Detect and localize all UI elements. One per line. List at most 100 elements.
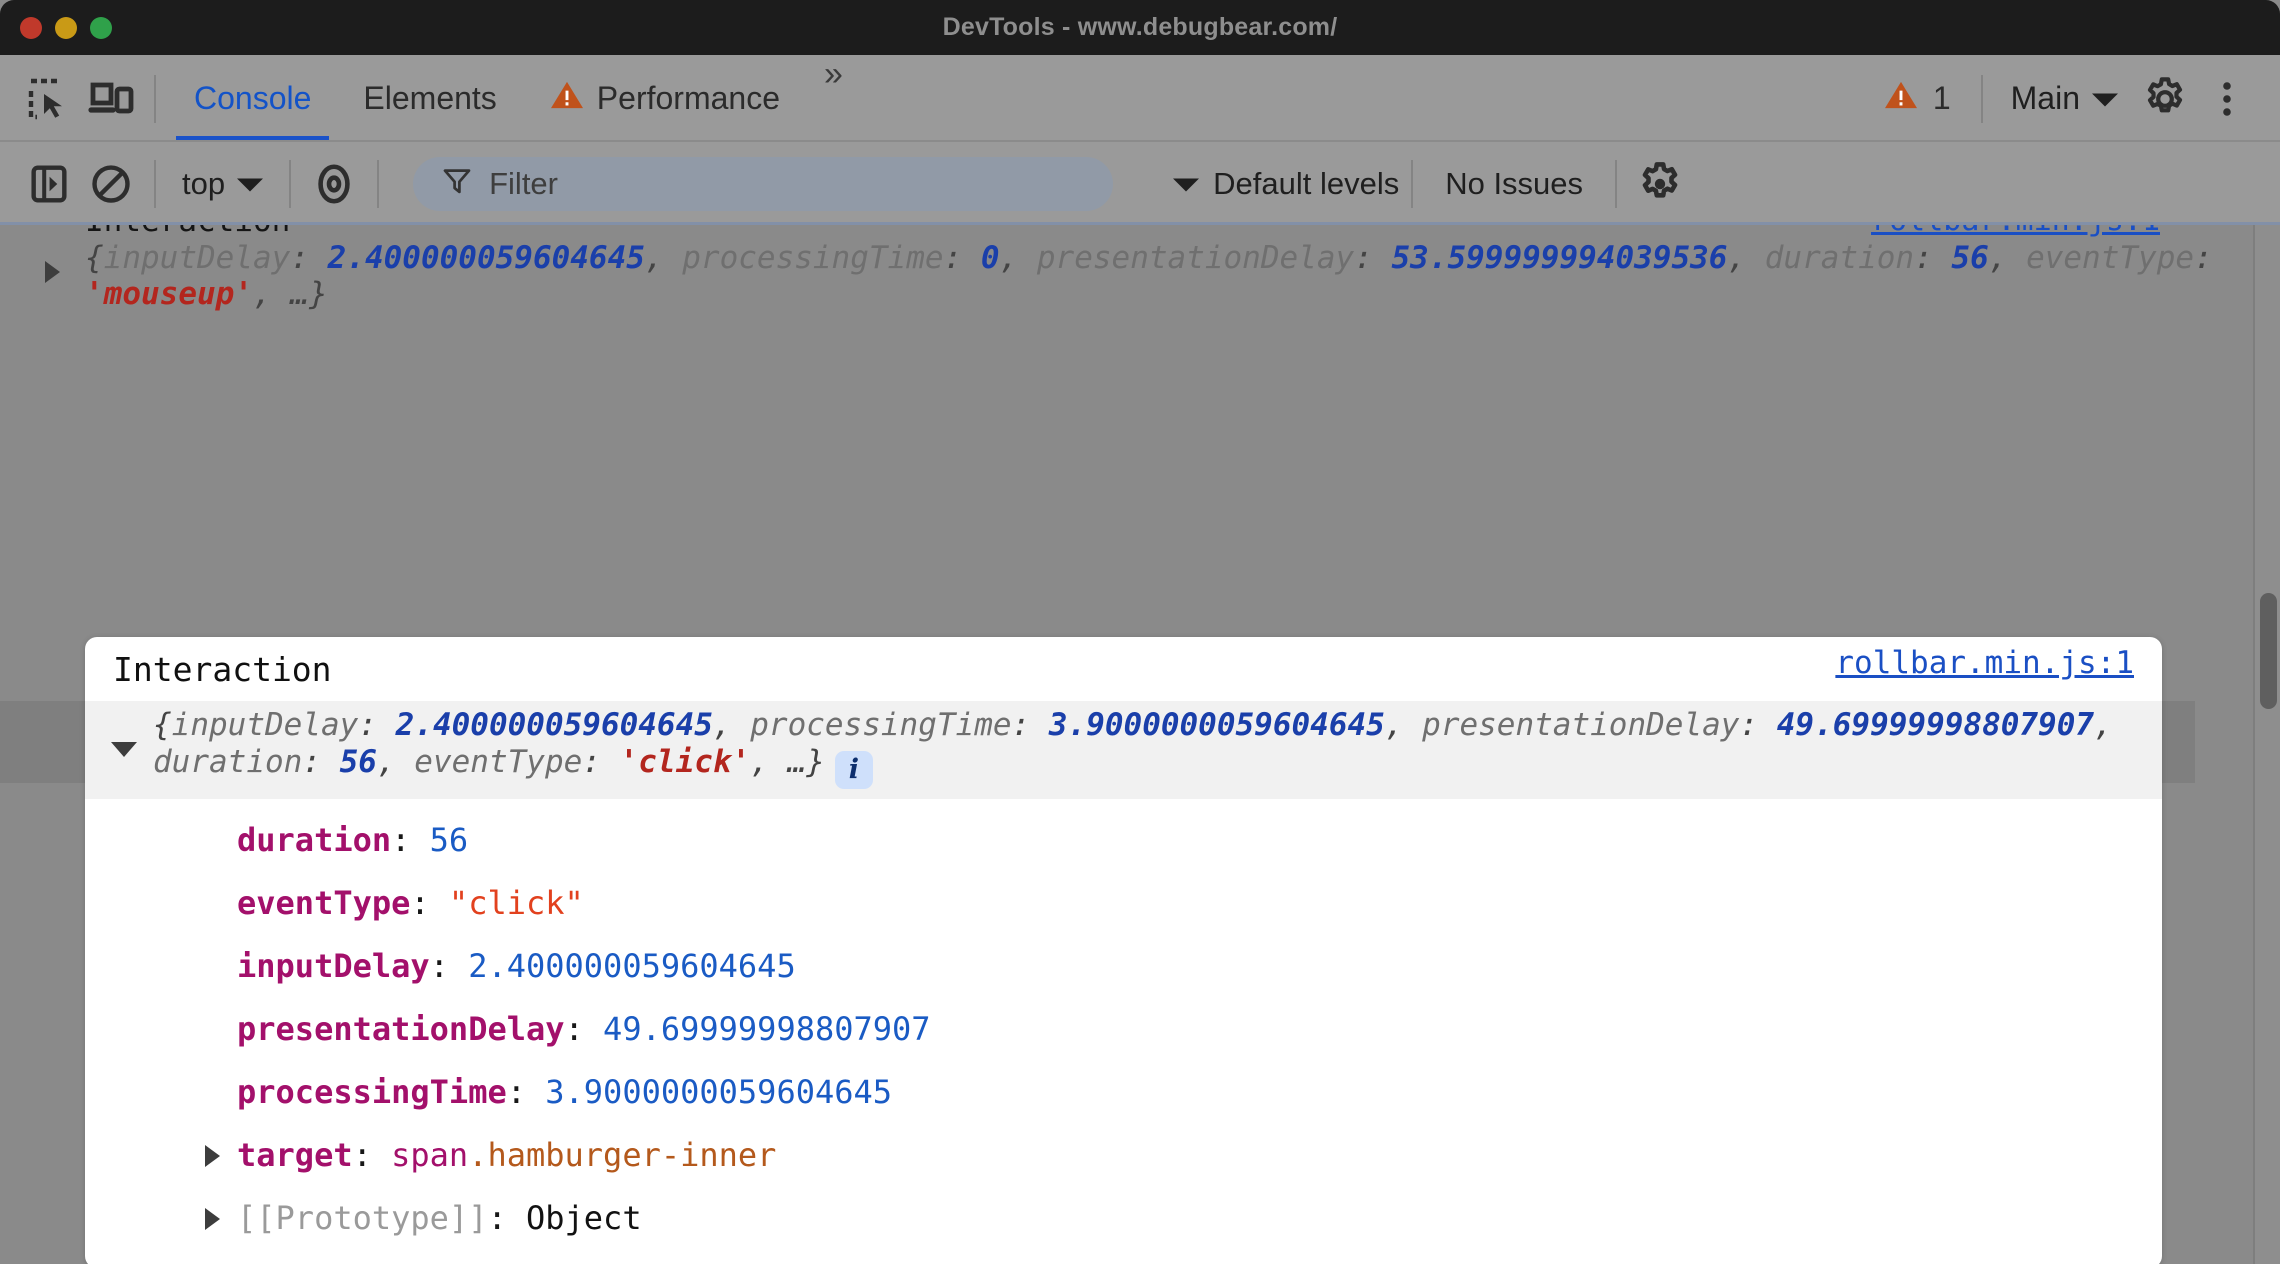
tab-performance-label: Performance — [596, 80, 780, 116]
panel-tabs: Console Elements Performance » — [168, 55, 857, 142]
devtools-settings-button[interactable] — [2134, 68, 2196, 130]
scrollbar-thumb[interactable] — [2260, 593, 2277, 709]
property-row-processingTime[interactable]: processingTime: 3.9000000059604645 — [85, 1061, 2162, 1124]
device-toolbar-button[interactable] — [80, 68, 142, 130]
property-name: inputDelay — [237, 947, 430, 986]
property-row-eventType[interactable]: eventType: "click" — [85, 872, 2162, 935]
filter-input[interactable]: Filter — [413, 156, 1114, 211]
warning-triangle-icon — [1883, 79, 1919, 119]
preview-key: processingTime — [750, 707, 1012, 743]
inspect-element-button[interactable] — [18, 68, 80, 130]
device-toolbar-icon — [87, 75, 135, 123]
expand-arrow-icon[interactable] — [205, 1144, 220, 1167]
preview-value: 49.69999998807907 — [1776, 707, 2095, 743]
console-scrollbar[interactable] — [2253, 225, 2280, 1264]
preview-key: inputDelay — [103, 239, 291, 276]
preview-key: inputDelay — [171, 707, 359, 743]
window-controls — [20, 16, 112, 39]
console-settings-button[interactable] — [1629, 153, 1691, 215]
execution-context-dropdown[interactable]: top — [168, 166, 277, 202]
toolbar-divider-2 — [1980, 74, 1983, 123]
live-expression-button[interactable] — [303, 153, 365, 215]
collapse-arrow-icon[interactable] — [111, 742, 137, 757]
preview-key: presentationDelay — [1422, 707, 1740, 743]
preview-rest: , …} — [252, 276, 328, 313]
zoom-button[interactable] — [90, 16, 112, 39]
tab-console[interactable]: Console — [168, 55, 337, 142]
property-row-duration[interactable]: duration: 56 — [85, 809, 2162, 872]
more-tabs-button[interactable]: » — [806, 55, 857, 142]
clear-console-button[interactable] — [80, 153, 142, 215]
preview-value: 2.400000059604645 — [395, 707, 713, 743]
live-expression-icon — [311, 161, 357, 207]
preview-key: eventType — [2026, 239, 2195, 276]
more-options-icon — [2206, 75, 2248, 123]
filterbar-divider-3 — [377, 159, 380, 208]
preview-key: duration — [153, 743, 303, 780]
object-preview-row[interactable]: {inputDelay: 2.400000059604645, processi… — [85, 701, 2162, 799]
expand-arrow-icon[interactable] — [205, 1207, 220, 1230]
object-preview: {inputDelay: 2.400000059604645, processi… — [85, 239, 2213, 313]
message-header: Interaction rollbar.min.js:1 — [85, 637, 2162, 701]
expand-arrow-icon[interactable] — [45, 261, 60, 283]
minimize-button[interactable] — [55, 16, 77, 39]
tab-elements[interactable]: Elements — [337, 55, 522, 142]
console-message[interactable]: Interaction rollbar.min.js:1 {inputDelay… — [0, 225, 2280, 313]
preview-value: 'mouseup' — [85, 276, 253, 313]
property-row-inputDelay[interactable]: inputDelay: 2.400000059604645 — [85, 935, 2162, 998]
warning-count-label: 1 — [1932, 80, 1951, 116]
warning-count-button[interactable]: 1 — [1865, 79, 1969, 119]
preview-key: eventType — [414, 743, 583, 780]
filterbar-divider-2 — [289, 159, 292, 208]
property-row-target[interactable]: target: span .hamburger-inner — [85, 1124, 2162, 1187]
gear-icon — [2141, 75, 2189, 123]
log-levels-dropdown[interactable]: Default levels — [1173, 166, 1399, 202]
chevron-down-icon — [1173, 166, 1200, 202]
main-target-label: Main — [2010, 80, 2080, 116]
main-target-dropdown[interactable]: Main — [1995, 80, 2134, 117]
preview-key: processingTime — [682, 239, 944, 276]
object-preview: {inputDelay: 2.400000059604645, processi… — [153, 707, 2122, 789]
clear-console-icon — [88, 161, 134, 207]
source-link[interactable]: rollbar.min.js:1 — [1835, 645, 2134, 681]
preview-value: 2.400000059604645 — [327, 239, 645, 276]
tab-performance[interactable]: Performance — [523, 55, 806, 142]
source-link[interactable]: rollbar.min.js:1 — [1871, 225, 2160, 238]
property-value-class: .hamburger-inner — [468, 1136, 777, 1175]
inspect-element-icon — [25, 75, 73, 123]
close-button[interactable] — [20, 16, 42, 39]
message-title: Interaction — [113, 649, 332, 689]
info-badge[interactable]: i — [834, 750, 873, 789]
property-value: Object — [525, 1199, 642, 1238]
property-name: eventType — [237, 884, 411, 923]
property-name: presentationDelay — [237, 1010, 565, 1049]
console-log-area[interactable]: Interaction rollbar.min.js:1 {inputDelay… — [0, 225, 2280, 1264]
filter-icon — [441, 165, 473, 202]
show-console-sidebar-icon — [26, 161, 72, 207]
preview-value: 'click' — [619, 743, 751, 780]
property-value: 49.69999998807907 — [603, 1010, 931, 1049]
chevron-down-icon — [2092, 80, 2118, 117]
property-name: duration — [237, 821, 392, 860]
preview-open-brace: { — [85, 239, 104, 276]
console-sidebar-toggle[interactable] — [18, 153, 80, 215]
log-levels-label: Default levels — [1213, 165, 1400, 201]
window-title: DevTools - www.debugbear.com/ — [942, 13, 1338, 41]
object-properties-list: duration: 56 eventType: "click" inputDel… — [85, 799, 2162, 1264]
property-row-presentationDelay[interactable]: presentationDelay: 49.69999998807907 — [85, 998, 2162, 1061]
tab-console-label: Console — [194, 80, 312, 116]
property-value: 56 — [429, 821, 469, 860]
preview-key: presentationDelay — [1036, 239, 1355, 276]
more-options-button[interactable] — [2196, 68, 2258, 130]
property-row-prototype[interactable]: [[Prototype]]: Object — [85, 1187, 2162, 1250]
gear-icon — [1636, 160, 1684, 208]
filterbar-divider-1 — [154, 159, 156, 208]
preview-open-brace: { — [153, 707, 172, 743]
property-name: processingTime — [237, 1073, 507, 1112]
preview-value: 3.9000000059604645 — [1048, 707, 1385, 743]
issues-button[interactable]: No Issues — [1425, 166, 1603, 202]
tab-elements-label: Elements — [363, 80, 497, 116]
filterbar-divider-5 — [1615, 159, 1618, 208]
console-message-focused[interactable]: Interaction rollbar.min.js:1 {inputDelay… — [85, 637, 2162, 1264]
preview-value: 56 — [1951, 239, 1989, 276]
